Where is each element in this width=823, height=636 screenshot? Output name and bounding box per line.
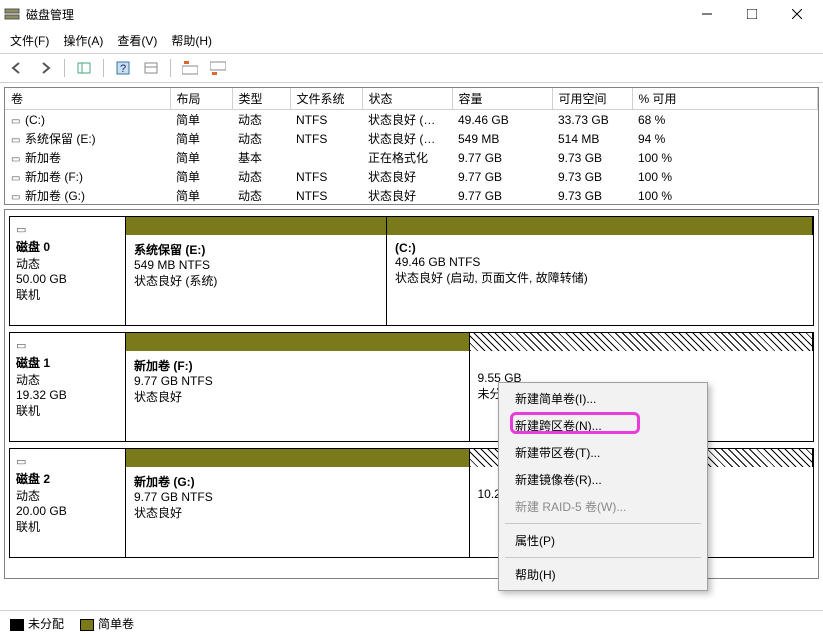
ctx-separator-2 <box>505 557 701 558</box>
menubar: 文件(F) 操作(A) 查看(V) 帮助(H) <box>0 28 823 54</box>
close-button[interactable] <box>774 0 819 28</box>
col-status[interactable]: 状态 <box>362 88 452 110</box>
disk-0-type: 动态 <box>16 255 119 272</box>
ctx-new-raid5-volume: 新建 RAID-5 卷(W)... <box>501 493 705 520</box>
toolbar-sep <box>64 59 65 77</box>
ctx-new-mirror-volume[interactable]: 新建镜像卷(R)... <box>501 466 705 493</box>
legend-simple: 简单卷 <box>80 615 134 632</box>
table-row[interactable]: ▭新加卷 (F:)简单动态NTFS状态良好9.77 GB9.73 GB100 % <box>5 167 818 186</box>
part-size: 549 MB NTFS <box>134 258 378 272</box>
ctx-new-striped-volume[interactable]: 新建带区卷(T)... <box>501 439 705 466</box>
forward-button[interactable] <box>34 57 56 79</box>
ctx-help[interactable]: 帮助(H) <box>501 561 705 588</box>
disk-0-info[interactable]: ▭ 磁盘 0 动态 50.00 GB 联机 <box>10 217 126 325</box>
disk-2-info[interactable]: ▭ 磁盘 2 动态 20.00 GB 联机 <box>10 449 126 557</box>
titlebar: 磁盘管理 <box>0 0 823 28</box>
list-top-button[interactable] <box>179 57 201 79</box>
part-status: 状态良好 <box>134 504 461 521</box>
disk-1-name: 磁盘 1 <box>16 354 119 371</box>
volume-icon: ▭ <box>11 192 23 203</box>
disk-icon: ▭ <box>16 455 119 468</box>
volume-icon: ▭ <box>11 116 23 127</box>
ctx-properties[interactable]: 属性(P) <box>501 527 705 554</box>
col-pctfree[interactable]: % 可用 <box>632 88 818 110</box>
legend-unalloc: 未分配 <box>10 615 64 632</box>
volume-icon: ▭ <box>11 154 23 165</box>
maximize-button[interactable] <box>729 0 774 28</box>
volume-table: 卷 布局 类型 文件系统 状态 容量 可用空间 % 可用 ▭(C:)简单动态NT… <box>5 88 818 205</box>
context-menu: 新建简单卷(I)... 新建跨区卷(N)... 新建带区卷(T)... 新建镜像… <box>498 382 708 591</box>
part-size: 9.77 GB NTFS <box>134 490 461 504</box>
legend-simple-label: 简单卷 <box>98 617 134 631</box>
part-title: 系统保留 (E:) <box>134 241 378 258</box>
part-title: 新加卷 (F:) <box>134 357 461 374</box>
col-fs[interactable]: 文件系统 <box>290 88 362 110</box>
disk-1-type: 动态 <box>16 371 119 388</box>
disk-2-name: 磁盘 2 <box>16 470 119 487</box>
disk-2-type: 动态 <box>16 487 119 504</box>
toolbar: ? <box>0 54 823 83</box>
disk-row-0: ▭ 磁盘 0 动态 50.00 GB 联机 系统保留 (E:) 549 MB N… <box>9 216 814 326</box>
col-type[interactable]: 类型 <box>232 88 290 110</box>
col-layout[interactable]: 布局 <box>170 88 232 110</box>
disk-1-size: 19.32 GB <box>16 388 119 402</box>
help-icon-button[interactable]: ? <box>112 57 134 79</box>
disk-2-size: 20.00 GB <box>16 504 119 518</box>
volume-icon: ▭ <box>11 135 23 146</box>
disk-0-name: 磁盘 0 <box>16 238 119 255</box>
toolbar-sep-3 <box>170 59 171 77</box>
legend: 未分配 简单卷 <box>0 610 823 636</box>
ctx-separator <box>505 523 701 524</box>
list-bottom-button[interactable] <box>207 57 229 79</box>
ctx-new-simple-volume[interactable]: 新建简单卷(I)... <box>501 385 705 412</box>
disk-1-state: 联机 <box>16 402 119 419</box>
table-row[interactable]: ▭(C:)简单动态NTFS状态良好 (…49.46 GB33.73 GB68 % <box>5 110 818 130</box>
disk-1-info[interactable]: ▭ 磁盘 1 动态 19.32 GB 联机 <box>10 333 126 441</box>
show-hide-button[interactable] <box>73 57 95 79</box>
part-title: (C:) <box>395 241 805 255</box>
menu-help[interactable]: 帮助(H) <box>171 32 212 49</box>
volume-table-container: 卷 布局 类型 文件系统 状态 容量 可用空间 % 可用 ▭(C:)简单动态NT… <box>4 87 819 205</box>
part-status: 状态良好 (系统) <box>134 272 378 289</box>
disk-0-part-0[interactable]: 系统保留 (E:) 549 MB NTFS 状态良好 (系统) <box>126 235 387 325</box>
col-capacity[interactable]: 容量 <box>452 88 552 110</box>
back-button[interactable] <box>6 57 28 79</box>
minimize-button[interactable] <box>684 0 729 28</box>
settings-button[interactable] <box>140 57 162 79</box>
col-volume[interactable]: 卷 <box>5 88 170 110</box>
table-row[interactable]: ▭新加卷 (G:)简单动态NTFS状态良好9.77 GB9.73 GB100 % <box>5 186 818 205</box>
svg-text:?: ? <box>120 63 126 75</box>
app-icon <box>4 6 20 22</box>
part-status: 状态良好 <box>134 388 461 405</box>
window-title: 磁盘管理 <box>26 6 684 23</box>
legend-unalloc-label: 未分配 <box>28 617 64 631</box>
menu-action[interactable]: 操作(A) <box>63 32 103 49</box>
disk-2-part-0[interactable]: 新加卷 (G:) 9.77 GB NTFS 状态良好 <box>126 467 470 557</box>
disk-icon: ▭ <box>16 339 119 352</box>
menu-file[interactable]: 文件(F) <box>10 32 49 49</box>
disk-0-part-1[interactable]: (C:) 49.46 GB NTFS 状态良好 (启动, 页面文件, 故障转储) <box>387 235 813 325</box>
part-title: 新加卷 (G:) <box>134 473 461 490</box>
disk-1-part-0[interactable]: 新加卷 (F:) 9.77 GB NTFS 状态良好 <box>126 351 470 441</box>
table-row[interactable]: ▭系统保留 (E:)简单动态NTFS状态良好 (…549 MB514 MB94 … <box>5 129 818 148</box>
menu-view[interactable]: 查看(V) <box>117 32 157 49</box>
col-free[interactable]: 可用空间 <box>552 88 632 110</box>
disk-0-size: 50.00 GB <box>16 272 119 286</box>
disk-icon: ▭ <box>16 223 119 236</box>
volume-icon: ▭ <box>11 173 23 184</box>
toolbar-sep-2 <box>103 59 104 77</box>
part-size: 9.77 GB NTFS <box>134 374 461 388</box>
part-size: 49.46 GB NTFS <box>395 255 805 269</box>
disk-0-state: 联机 <box>16 286 119 303</box>
table-row[interactable]: ▭新加卷简单基本正在格式化9.77 GB9.73 GB100 % <box>5 148 818 167</box>
ctx-new-spanned-volume[interactable]: 新建跨区卷(N)... <box>501 412 705 439</box>
part-status: 状态良好 (启动, 页面文件, 故障转储) <box>395 269 805 286</box>
disk-2-state: 联机 <box>16 518 119 535</box>
